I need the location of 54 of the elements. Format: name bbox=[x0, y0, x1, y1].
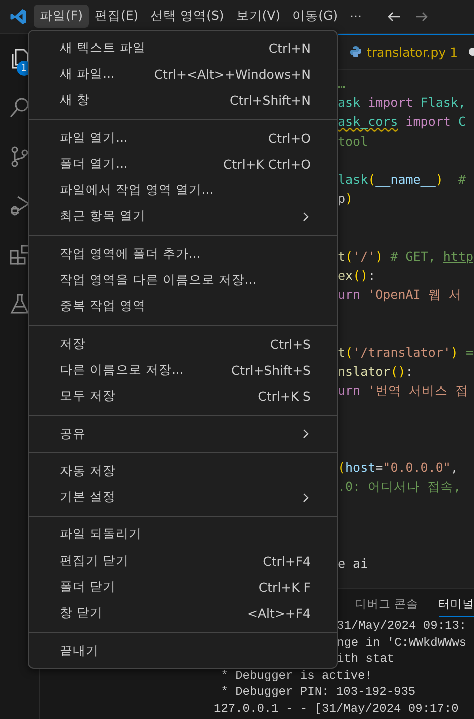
terminal-line: 31/May/2024 09:13: bbox=[337, 619, 467, 633]
menu-item[interactable]: 작업 영역에 폴더 추가... bbox=[29, 241, 337, 268]
code-line: p) bbox=[338, 191, 354, 206]
tab-label: translator.py 1 bbox=[367, 44, 458, 60]
terminal-line: ith stat bbox=[337, 652, 395, 666]
menu-item[interactable]: 파일에서 작업 영역 열기... bbox=[29, 177, 337, 204]
code-line: ex(): bbox=[338, 268, 376, 283]
menu-item[interactable]: 편집기 닫기 Ctrl+F4 bbox=[29, 548, 337, 574]
editor-tab[interactable]: translator.py 1 bbox=[338, 34, 474, 69]
terminal-line: 127.0.0.1 - - [31/May/2024 09:17:0 bbox=[214, 702, 459, 716]
code-line: t('/') # GET, http bbox=[338, 248, 474, 264]
python-icon bbox=[350, 46, 362, 58]
menu-item[interactable]: 모두 저장 Ctrl+K S bbox=[29, 384, 337, 410]
code-line: .0: 어디서나 접속, bbox=[338, 478, 462, 494]
code-line: nslator(): bbox=[338, 364, 414, 379]
menu-item[interactable]: 폴더 열기... Ctrl+K Ctrl+O bbox=[29, 151, 337, 178]
code-line: (host="0.0.0.0", bbox=[338, 460, 458, 475]
menu-item[interactable]: 창 닫기 <Alt>+F4 bbox=[29, 600, 337, 627]
menu-item[interactable]: 끝내기 bbox=[29, 638, 337, 664]
menu-title[interactable]: 보기(V) bbox=[230, 5, 287, 28]
menu-item[interactable]: 기본 설정 bbox=[29, 484, 337, 511]
code-line: tool bbox=[338, 134, 368, 149]
menu-item[interactable]: 최근 항목 열기 bbox=[29, 204, 337, 230]
menu-item[interactable]: 자동 저장 bbox=[29, 458, 337, 484]
menu-item[interactable]: 작업 영역을 다른 이름으로 저장... bbox=[29, 267, 337, 294]
code-line: lask(__name__) # bbox=[338, 172, 466, 187]
code-line: urn '번역 서비스 접 bbox=[338, 383, 469, 398]
terminal-line: * Debugger PIN: 103-192-935 bbox=[220, 685, 416, 700]
code-line: … bbox=[338, 76, 346, 91]
code-line: ask import Flask, bbox=[338, 95, 466, 110]
code-line: e ai bbox=[338, 556, 368, 571]
menu-item[interactable]: 새 텍스트 파일 Ctrl+N bbox=[29, 35, 337, 62]
menu-title[interactable]: 이동(G) bbox=[286, 5, 344, 28]
terminal-line: * Debugger is active! bbox=[220, 668, 372, 683]
menu-title[interactable]: 파일(F) bbox=[34, 5, 89, 28]
menu-item[interactable]: 폴더 닫기 Ctrl+K F bbox=[29, 574, 337, 601]
menu-title[interactable]: ··· bbox=[344, 6, 368, 27]
menu-item[interactable]: 새 창 Ctrl+Shift+N bbox=[29, 88, 337, 114]
menu-title[interactable]: 선택 영역(S) bbox=[144, 5, 230, 28]
menu-item[interactable]: 공유 bbox=[29, 420, 337, 448]
menu-item[interactable]: 중복 작업 영역 bbox=[29, 294, 337, 320]
app-logo-icon bbox=[10, 8, 28, 26]
menu-item[interactable]: 새 파일... Ctrl+<Alt>+Windows+N bbox=[29, 61, 337, 88]
menu-item[interactable]: 파일 되돌리기 bbox=[29, 522, 337, 548]
code-line: ask_cors import C bbox=[338, 114, 466, 130]
panel-tab[interactable]: 디버그 콘솔 bbox=[355, 597, 419, 617]
code-line: urn 'OpenAI 웹 서 bbox=[338, 287, 462, 302]
code-line: t('/translator') = bbox=[338, 344, 474, 360]
menu-item[interactable]: 다른 이름으로 저장... Ctrl+Shift+S bbox=[29, 357, 337, 384]
menu-item[interactable]: 저장 Ctrl+S bbox=[29, 330, 337, 358]
menu-title[interactable]: 편집(E) bbox=[88, 5, 145, 28]
menu-item[interactable]: 파일 열기... Ctrl+O bbox=[29, 124, 337, 152]
terminal-line: nge in 'C:WWkdWWws bbox=[337, 636, 467, 650]
panel-tab[interactable]: 터미널 bbox=[438, 597, 474, 617]
